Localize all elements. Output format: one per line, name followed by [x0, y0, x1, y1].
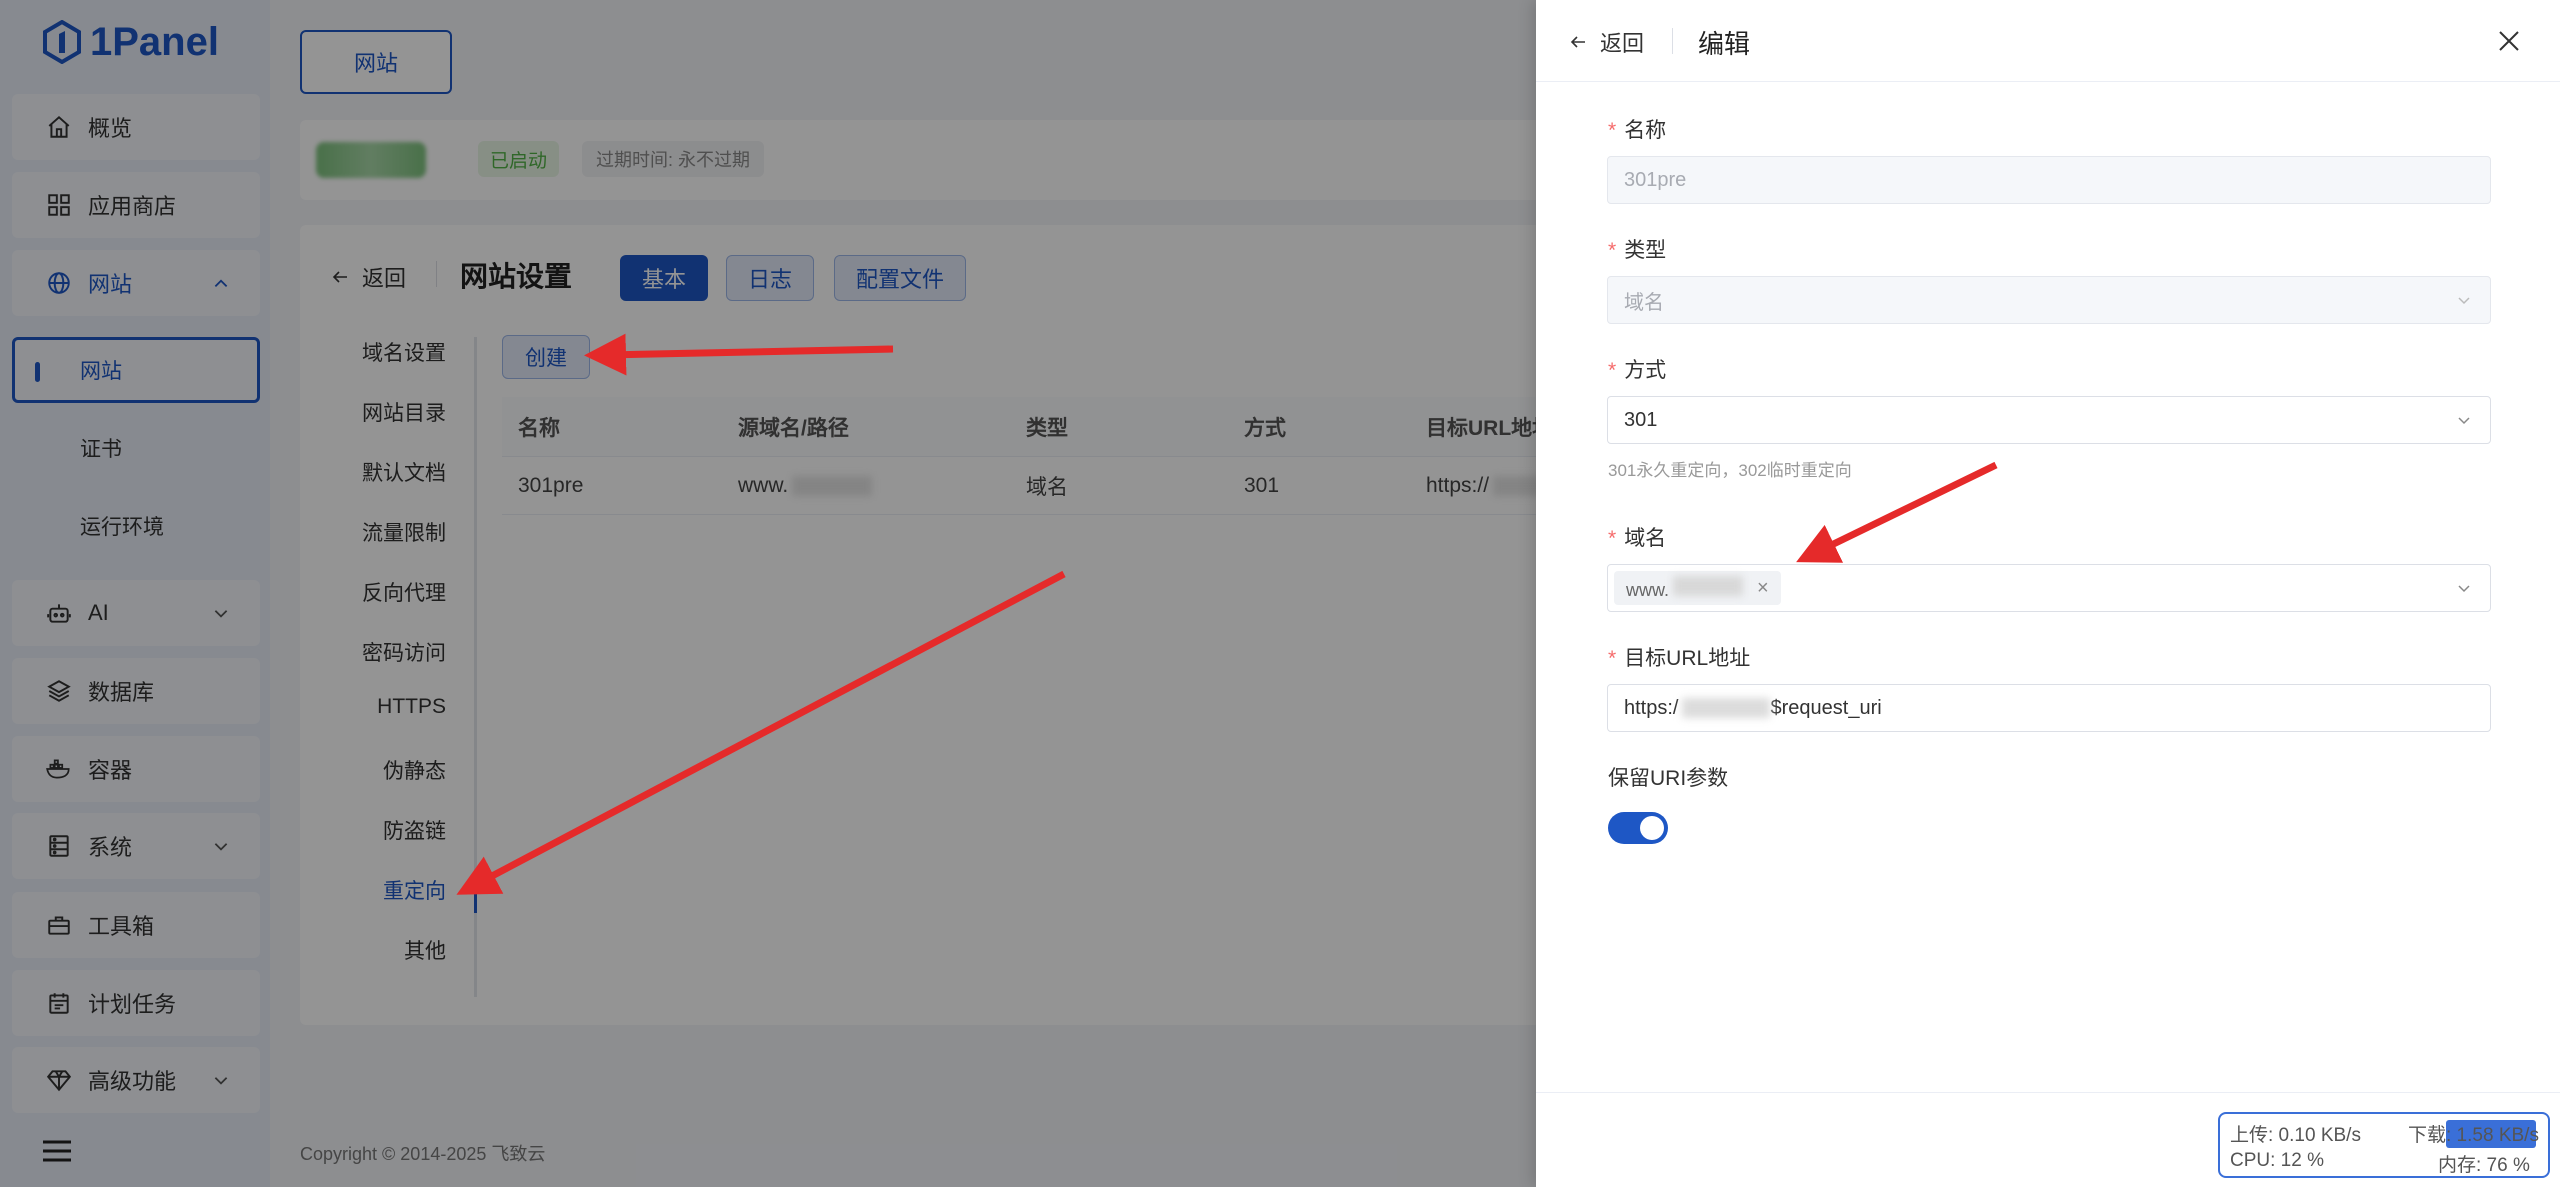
tag-close-icon[interactable]: ×: [1757, 577, 1769, 600]
arrow-left-icon: [1570, 36, 1585, 48]
method-hint: 301永久重定向，302临时重定向: [1608, 461, 1852, 480]
label-text: 域名: [1624, 527, 1667, 550]
upload-rate: 上传: 0.10 KB/s: [2230, 1125, 2361, 1146]
label-text: 方式: [1624, 359, 1667, 382]
label-text: 名称: [1624, 119, 1667, 142]
redacted-blur: [1682, 698, 1771, 718]
edit-drawer: 返回 编辑 * 名称 301pre * 类型 域名 * 方式 301 301永久重定向…: [1536, 0, 2560, 1187]
method-select[interactable]: 301: [1607, 396, 2491, 444]
target-label: * 目标URL地址: [1608, 647, 1751, 670]
name-label: * 名称: [1608, 119, 1667, 142]
domain-label: * 域名: [1608, 527, 1667, 550]
tag-text: www.: [1626, 575, 1744, 601]
cpu-usage: CPU: 12 %: [2230, 1150, 2324, 1171]
back-label: 返回: [1600, 31, 1645, 56]
domain-tag: www. ×: [1614, 571, 1781, 605]
chevron-down-icon: [2458, 297, 2470, 305]
switch-knob: [1640, 816, 1664, 840]
domain-select[interactable]: www. ×: [1607, 564, 2491, 612]
target-url-input[interactable]: https:/ $request_uri: [1607, 684, 2491, 732]
keep-uri-label: 保留URI参数: [1608, 767, 1729, 790]
label-text: 目标URL地址: [1624, 647, 1751, 670]
name-field: 301pre: [1607, 156, 2491, 204]
label-text: 类型: [1624, 239, 1667, 262]
drawer-footer-divider: [1536, 1092, 2560, 1093]
method-label: * 方式: [1608, 359, 1667, 382]
close-icon[interactable]: [2494, 26, 2524, 56]
mem-usage: 内存: 76 %: [2438, 1155, 2530, 1176]
divider: [1672, 28, 1673, 54]
type-label: * 类型: [1608, 239, 1667, 262]
keep-uri-switch[interactable]: [1608, 812, 1668, 844]
type-select: 域名: [1607, 276, 2491, 324]
redacted-blur: [1673, 575, 1744, 596]
target-suffix: $request_uri: [1770, 696, 1882, 719]
network-monitor[interactable]: 上传: 0.10 KB/s 下载: 1.58 KB/s CPU: 12 % 内存…: [2218, 1112, 2550, 1178]
target-prefix: https:/: [1624, 696, 1679, 719]
tag-value: www.: [1626, 579, 1670, 600]
chevron-down-icon: [2458, 585, 2470, 593]
drawer-header: 返回 编辑: [1536, 0, 2560, 82]
drawer-title: 编辑: [1698, 29, 1751, 59]
name-value: 301pre: [1624, 168, 1687, 191]
download-rate: 下载: 1.58 KB/s: [2408, 1125, 2539, 1146]
chevron-down-icon: [2458, 417, 2470, 425]
type-value: 域名: [1624, 291, 1664, 314]
method-value: 301: [1624, 408, 1658, 431]
drawer-back-button[interactable]: 返回: [1568, 26, 1644, 58]
modal-overlay[interactable]: [0, 0, 1536, 1187]
